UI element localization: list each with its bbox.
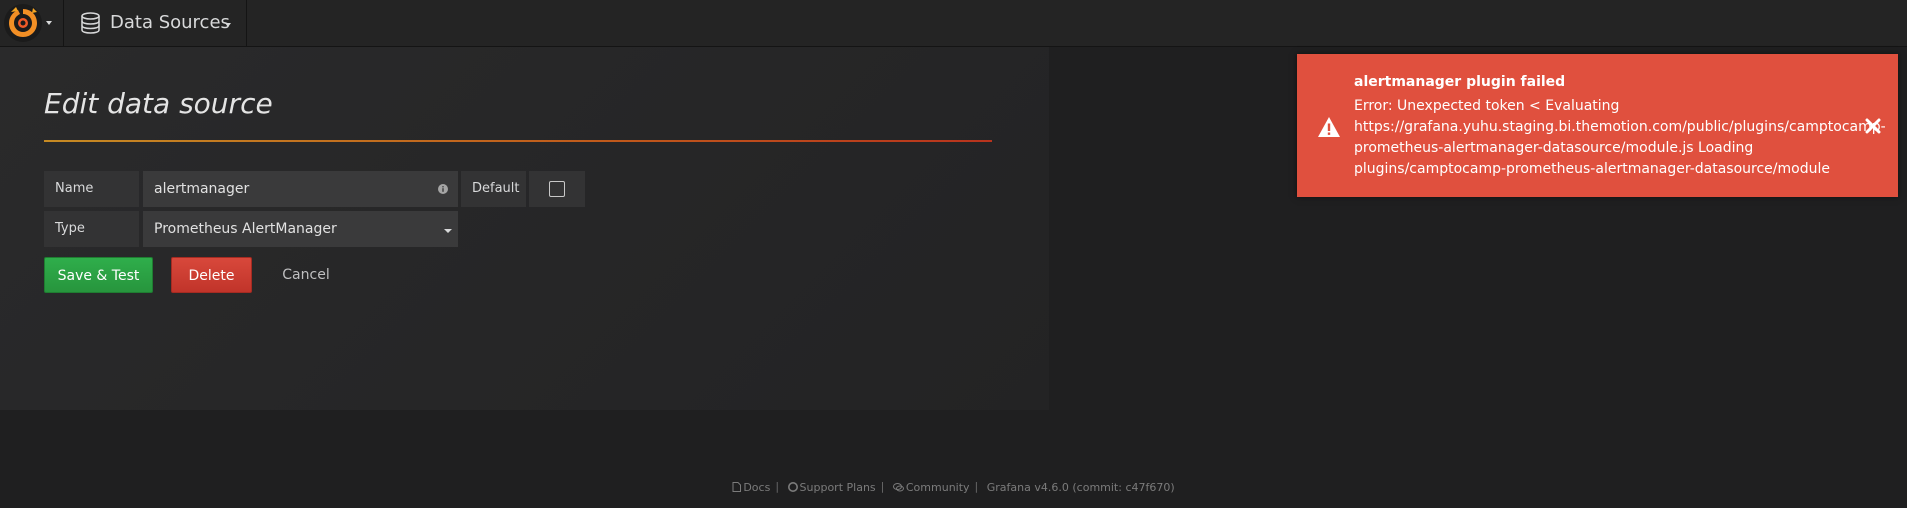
type-select[interactable]: Prometheus AlertManager [143,211,458,247]
footer-community-link[interactable]: Community [892,480,970,494]
footer-support-label: Support Plans [799,480,876,494]
file-icon [732,481,742,492]
datasources-nav-button[interactable]: Data Sources [66,0,247,47]
lifebuoy-icon [787,481,798,492]
footer-support-link[interactable]: Support Plans [787,480,876,494]
default-label: Default [461,171,526,207]
footer: Docs | Support Plans | Community | Grafa… [0,480,1907,494]
chevron-down-icon [46,21,52,25]
footer-docs-label: Docs [743,480,771,494]
alert-message-line: plugins/camptocamp-prometheus-alertmanag… [1354,161,1830,177]
delete-button[interactable]: Delete [171,257,252,293]
top-navbar: Data Sources [0,0,1907,47]
footer-docs-link[interactable]: Docs [732,481,770,494]
comments-icon [892,482,904,491]
info-icon[interactable] [438,184,448,194]
save-test-button[interactable]: Save & Test [44,257,153,293]
chevron-down-icon [225,23,231,27]
footer-community-label: Community [905,480,970,494]
cancel-button[interactable]: Cancel [272,257,340,293]
type-label: Type [44,211,139,247]
title-divider [44,140,992,142]
warning-icon [1318,117,1340,137]
alert-message-line: https://grafana.yuhu.staging.bi.themotio… [1354,119,1886,135]
chevron-down-icon [444,229,452,233]
name-label: Name [44,171,139,207]
alert-message-line: prometheus-alertmanager-datasource/modul… [1354,140,1754,156]
edit-datasource-panel: Edit data source Name alertmanager Defau… [0,47,1049,410]
grafana-logo-icon [4,4,42,42]
error-alert: alertmanager plugin failed Error: Unexpe… [1297,54,1898,197]
database-icon [81,12,100,34]
footer-version: Grafana v4.6.0 (commit: c47f670) [986,480,1175,494]
default-checkbox-cell [529,171,585,207]
datasources-nav-label: Data Sources [110,12,230,33]
alert-title: alertmanager plugin failed [1354,74,1566,90]
type-select-value: Prometheus AlertManager [154,221,337,237]
name-input-value: alertmanager [154,181,250,197]
name-input[interactable]: alertmanager [143,171,458,207]
grafana-menu-button[interactable] [0,0,64,47]
default-checkbox[interactable] [549,181,565,197]
page-title: Edit data source [44,87,273,120]
close-icon[interactable] [1865,118,1881,134]
alert-message-line: Error: Unexpected token < Evaluating [1354,98,1620,114]
alert-message: Error: Unexpected token < Evaluating htt… [1354,96,1886,180]
